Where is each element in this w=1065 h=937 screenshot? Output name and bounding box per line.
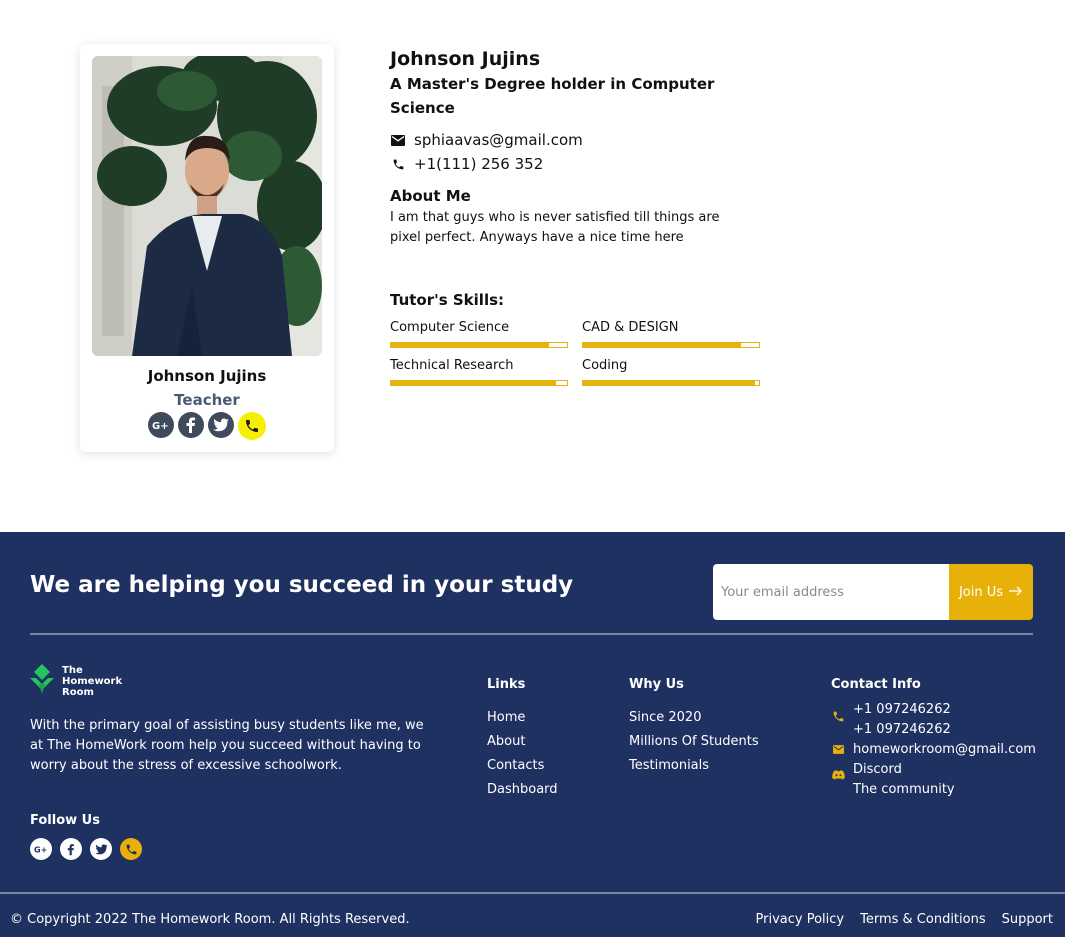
twitter-icon[interactable] (208, 412, 234, 438)
skills-grid: Computer Science CAD & DESIGN Technical … (390, 320, 770, 386)
discord-icon (831, 770, 845, 780)
legal-links: Privacy Policy Terms & Conditions Suppor… (756, 912, 1054, 927)
contact-phone-1[interactable]: +1 097246262 (853, 700, 951, 720)
skill-bar-fill (391, 381, 557, 385)
footer-link-dashboard[interactable]: Dashboard (487, 778, 558, 802)
profile-email[interactable]: sphiaavas@gmail.com (414, 128, 583, 152)
links-heading: Links (487, 677, 526, 692)
skill-label: Coding (582, 358, 628, 373)
skill-bar (390, 342, 568, 348)
why-us-item[interactable]: Testimonials (629, 754, 759, 778)
why-us-item[interactable]: Since 2020 (629, 706, 759, 730)
skill-label: Technical Research (390, 358, 514, 373)
profile-phone[interactable]: +1(111) 256 352 (414, 152, 543, 176)
subscribe-form: Join Us (713, 564, 1033, 620)
why-us-item[interactable]: Millions Of Students (629, 730, 759, 754)
card-name: Johnson Jujins (147, 367, 267, 385)
phone-icon[interactable] (120, 838, 142, 860)
twitter-icon[interactable] (90, 838, 112, 860)
contact-info-heading: Contact Info (831, 677, 921, 692)
footer-divider (30, 633, 1033, 635)
site-footer: We are helping you succeed in your study… (0, 532, 1065, 937)
contact-email[interactable]: homeworkroom@gmail.com (853, 740, 1036, 760)
profile-info: Johnson Jujins A Master's Degree holder … (390, 46, 770, 386)
skill-bar (582, 342, 760, 348)
skill-bar (582, 380, 760, 386)
mail-icon (831, 745, 845, 754)
follow-heading: Follow Us (30, 813, 100, 828)
contact-community[interactable]: The community (853, 780, 955, 800)
about-text: I am that guys who is never satisfied ti… (390, 210, 720, 245)
brand-line: Homework (62, 675, 123, 687)
profile-contacts: sphiaavas@gmail.com +1(111) 256 352 (390, 128, 770, 176)
contact-discord[interactable]: Discord (853, 760, 955, 780)
contact-email-row: homeworkroom@gmail.com (831, 740, 1036, 760)
skill-item: CAD & DESIGN (582, 320, 760, 348)
google-plus-icon[interactable]: G+ (30, 838, 52, 860)
skills-heading: Tutor's Skills: (390, 291, 505, 309)
footer-link-contacts[interactable]: Contacts (487, 754, 558, 778)
footer-social-links: G+ (30, 838, 142, 860)
brand-line: The (62, 664, 83, 676)
privacy-policy-link[interactable]: Privacy Policy (756, 912, 845, 927)
contact-discord-row: Discord The community (831, 760, 1036, 800)
brand-description: With the primary goal of assisting busy … (30, 718, 424, 773)
profile-card: Johnson Jujins Teacher G+ (80, 44, 334, 452)
card-social-links: G+ (80, 412, 334, 440)
brand-line: Room (62, 686, 94, 698)
brand-name: The Homework Room (62, 665, 122, 698)
facebook-icon[interactable] (178, 412, 204, 438)
copyright-text: © Copyright 2022 The Homework Room. All … (10, 912, 410, 927)
contact-phone-row: +1 097246262 +1 097246262 (831, 700, 1036, 740)
why-us-heading: Why Us (629, 677, 684, 692)
phone-icon[interactable] (238, 412, 266, 440)
support-link[interactable]: Support (1002, 912, 1053, 927)
phone-icon (831, 710, 845, 723)
brand-logo[interactable]: The Homework Room (30, 664, 122, 698)
footer-why-us-column: Why Us Since 2020 Millions Of Students T… (629, 676, 759, 778)
contact-phone-2[interactable]: +1 097246262 (853, 720, 951, 740)
phone-icon (390, 156, 406, 172)
skill-item: Technical Research (390, 358, 568, 386)
join-us-button[interactable]: Join Us (949, 564, 1033, 620)
mail-icon (390, 132, 406, 148)
profile-email-row: sphiaavas@gmail.com (390, 128, 770, 152)
profile-name: Johnson Jujins (390, 48, 541, 70)
facebook-icon[interactable] (60, 838, 82, 860)
footer-links-column: Links Home About Contacts Dashboard (487, 676, 558, 802)
profile-degree: A Master's Degree holder in Computer Sci… (390, 75, 715, 117)
google-plus-icon[interactable]: G+ (148, 412, 174, 438)
footer-bottom-divider (0, 892, 1065, 894)
profile-photo (92, 56, 322, 356)
subscribe-email-input[interactable] (713, 564, 949, 620)
skill-bar (390, 380, 568, 386)
skill-bar-fill (583, 381, 756, 385)
skill-label: Computer Science (390, 320, 510, 335)
card-role: Teacher (174, 391, 240, 409)
skill-bar-fill (391, 343, 550, 347)
footer-contact-column: Contact Info +1 097246262 +1 097246262 h… (831, 676, 1036, 800)
about-heading: About Me (390, 187, 471, 205)
svg-text:G+: G+ (34, 846, 47, 855)
arrow-right-icon (1009, 585, 1023, 600)
svg-text:G+: G+ (152, 421, 169, 431)
join-us-label: Join Us (958, 584, 1004, 600)
skill-label: CAD & DESIGN (582, 320, 679, 335)
skill-bar-fill (583, 343, 742, 347)
brand-logo-icon (30, 664, 54, 698)
footer-link-home[interactable]: Home (487, 706, 558, 730)
skill-item: Computer Science (390, 320, 568, 348)
footer-link-about[interactable]: About (487, 730, 558, 754)
profile-phone-row: +1(111) 256 352 (390, 152, 770, 176)
footer-headline: We are helping you succeed in your study (30, 572, 574, 598)
skill-item: Coding (582, 358, 760, 386)
terms-conditions-link[interactable]: Terms & Conditions (860, 912, 986, 927)
